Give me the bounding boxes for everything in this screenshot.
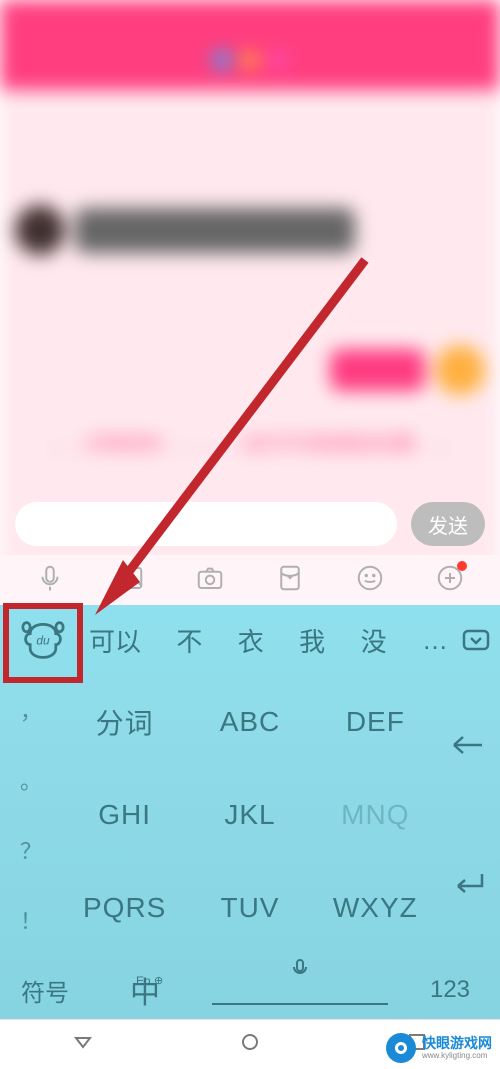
image-icon[interactable] (115, 563, 145, 598)
key-ghi[interactable]: GHI (62, 768, 187, 861)
punct-key[interactable]: ， (0, 675, 62, 745)
key-grid: 分词 ABC DEF GHI JKL MNQ PQRS TUV WXYZ (62, 675, 438, 955)
key-fenci[interactable]: 分词 (62, 675, 187, 768)
key-abc[interactable]: ABC (187, 675, 312, 768)
key-tuv[interactable]: TUV (187, 862, 312, 955)
status-bar (0, 0, 500, 30)
incoming-message (15, 205, 355, 255)
emoji-icon[interactable] (355, 563, 385, 598)
suggestion-item[interactable]: 不 (176, 622, 202, 659)
outgoing-message (330, 345, 485, 395)
attachment-toolbar (0, 555, 500, 605)
key-mno[interactable]: MNQ (313, 768, 438, 861)
nav-back-icon[interactable] (72, 1031, 94, 1058)
voice-icon[interactable] (35, 563, 65, 598)
redpacket-icon[interactable] (275, 563, 305, 598)
watermark-title: 快眼游戏网 (422, 1036, 492, 1051)
watermark: 快眼游戏网 www.kyligting.com (386, 1033, 492, 1063)
backspace-key[interactable] (438, 675, 500, 815)
numeric-key[interactable]: 123 (400, 976, 500, 1004)
more-icon[interactable] (435, 563, 465, 598)
key-def[interactable]: DEF (313, 675, 438, 768)
punct-key[interactable]: 。 (0, 745, 62, 815)
nav-home-icon[interactable] (239, 1031, 261, 1058)
title-bar (0, 30, 500, 90)
suggestion-item[interactable]: 衣 (238, 622, 264, 659)
suggestion-bar: 可以 不 衣 我 没 … (85, 622, 452, 659)
system-message: ……文档收到…… ……去打开消息推送设置…… (0, 430, 500, 456)
watermark-url: www.kyligting.com (422, 1051, 492, 1060)
punct-key[interactable]: ？ (0, 815, 62, 885)
key-wxyz[interactable]: WXYZ (313, 862, 438, 955)
suggestion-item[interactable]: 没 (361, 622, 387, 659)
punctuation-column: ， 。 ？ ！ (0, 675, 62, 955)
key-pqrs[interactable]: PQRS (62, 862, 187, 955)
symbol-key[interactable]: 符号 (0, 973, 90, 1008)
annotation-highlight-box (3, 603, 83, 683)
collapse-suggestions-button[interactable] (452, 629, 500, 651)
enter-key[interactable] (438, 815, 500, 955)
notification-dot (457, 561, 467, 571)
punct-key[interactable]: ！ (0, 885, 62, 955)
language-toggle[interactable]: En ⊕ 中 (90, 968, 200, 1012)
key-jkl[interactable]: JKL (187, 768, 312, 861)
space-key[interactable] (212, 975, 388, 1005)
message-input[interactable] (15, 502, 397, 546)
camera-icon[interactable] (195, 563, 225, 598)
send-button[interactable]: 发送 (411, 502, 485, 546)
watermark-logo-icon (386, 1033, 416, 1063)
suggestion-item[interactable]: 可以 (89, 622, 141, 659)
suggestion-more[interactable]: … (422, 625, 448, 656)
suggestion-item[interactable]: 我 (299, 622, 325, 659)
